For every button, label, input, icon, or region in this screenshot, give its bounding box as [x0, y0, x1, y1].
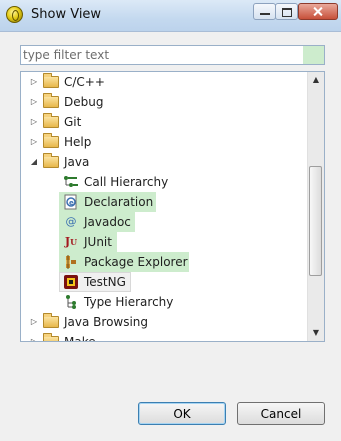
tree-item-label: Type Hierarchy	[84, 295, 174, 309]
minimize-button[interactable]	[253, 3, 276, 20]
scroll-down-arrow-icon[interactable]: ▼	[308, 325, 324, 341]
package-explorer-icon	[66, 255, 76, 269]
expand-arrow-icon[interactable]: ▷	[29, 92, 39, 112]
folder-icon	[43, 113, 59, 128]
tree-item-label: Call Hierarchy	[84, 175, 169, 189]
expand-arrow-icon[interactable]: ▷	[29, 312, 39, 332]
vertical-scrollbar[interactable]: ▲ ▼	[307, 72, 324, 341]
tree-item-label: JUnit	[84, 235, 112, 249]
javadoc-icon: @	[65, 215, 77, 228]
tree-item-label: Declaration	[84, 195, 154, 209]
tree-item-label: TestNG	[84, 275, 126, 289]
close-button[interactable]	[298, 3, 338, 20]
scroll-up-arrow-icon[interactable]: ▲	[308, 72, 324, 88]
expand-arrow-icon[interactable]: ▷	[29, 132, 39, 152]
folder-icon	[43, 73, 59, 88]
type-hierarchy-icon	[66, 295, 76, 309]
tree-folder-label: Java Browsing	[64, 315, 149, 329]
tree-folder-label: Java	[64, 155, 90, 169]
junit-icon: JU	[64, 235, 78, 248]
testng-icon	[64, 275, 78, 289]
cancel-button[interactable]: Cancel	[237, 402, 325, 425]
eclipse-icon	[6, 6, 23, 23]
expand-arrow-icon[interactable]: ▷	[29, 332, 39, 341]
window-title: Show View	[31, 7, 102, 22]
tree-item-label: Javadoc	[84, 215, 131, 229]
folder-icon	[43, 313, 59, 328]
folder-icon	[43, 93, 59, 108]
folder-icon	[43, 133, 59, 148]
svg-text:e: e	[69, 199, 74, 207]
expand-arrow-icon[interactable]: ▷	[29, 112, 39, 132]
view-tree[interactable]: ▷ C/C++ ▷ Debug ▷ Git ▷ Help ◢ Java Call…	[20, 71, 325, 342]
title-bar[interactable]: Show View	[0, 0, 341, 32]
collapse-arrow-icon[interactable]: ◢	[29, 152, 39, 172]
filter-input[interactable]	[20, 45, 325, 65]
call-hierarchy-icon	[64, 176, 78, 187]
folder-icon	[43, 333, 59, 341]
dialog-body: ▷ C/C++ ▷ Debug ▷ Git ▷ Help ◢ Java	[0, 32, 341, 441]
declaration-icon: e	[64, 194, 77, 210]
scrollbar-thumb[interactable]	[309, 166, 322, 276]
tree-folder-label: Git	[64, 115, 82, 129]
ok-button[interactable]: OK	[138, 402, 226, 425]
folder-open-icon	[43, 153, 59, 168]
tree-folder-label: Debug	[64, 95, 104, 109]
tree-folder-label: C/C++	[64, 75, 105, 89]
expand-arrow-icon[interactable]: ▷	[29, 72, 39, 92]
tree-folder-label: Make	[64, 335, 96, 342]
maximize-button[interactable]	[275, 3, 298, 20]
tree-folder-label: Help	[64, 135, 92, 149]
filter-highlight	[303, 46, 324, 64]
tree-item-label: Package Explorer	[84, 255, 188, 269]
